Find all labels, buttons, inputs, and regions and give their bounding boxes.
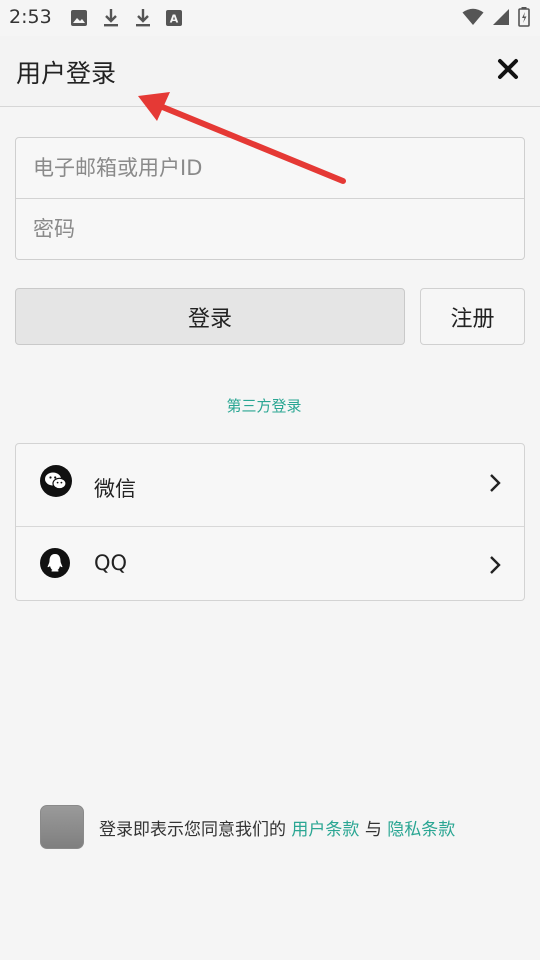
signal-icon <box>493 9 509 25</box>
battery-icon <box>518 7 530 27</box>
qq-icon <box>40 548 70 578</box>
chevron-right-icon <box>490 474 501 492</box>
list-item-wechat[interactable]: 微信 <box>16 444 524 526</box>
consent-checkbox[interactable] <box>40 805 84 849</box>
list-item-qq[interactable]: QQ <box>16 526 524 600</box>
notification-icons: A <box>70 8 182 28</box>
chevron-right-icon <box>490 556 501 574</box>
register-button[interactable]: 注册 <box>420 288 525 345</box>
header: 用户登录 <box>0 36 540 107</box>
close-icon[interactable] <box>496 57 520 81</box>
system-icons <box>462 7 530 27</box>
consent-prefix: 登录即表示您同意我们的 <box>99 820 286 840</box>
wifi-icon <box>462 8 484 25</box>
svg-text:A: A <box>170 13 179 26</box>
login-form <box>15 137 525 260</box>
qq-label: QQ <box>94 551 128 575</box>
status-bar: 2:53 A <box>0 0 540 36</box>
download-icon <box>136 9 150 27</box>
wechat-label: 微信 <box>94 477 136 501</box>
third-party-login-title: 第三方登录 <box>226 397 302 415</box>
status-time: 2:53 <box>9 6 52 28</box>
download-icon <box>104 9 118 27</box>
image-icon <box>71 10 87 26</box>
consent-text: 登录即表示您同意我们的 用户条款 与 隐私条款 <box>99 815 455 840</box>
page-title: 用户登录 <box>16 59 117 88</box>
account-input[interactable] <box>16 138 524 198</box>
login-button[interactable]: 登录 <box>15 288 405 345</box>
font-a-icon: A <box>166 10 182 26</box>
consent-connector: 与 <box>364 820 382 840</box>
wechat-icon <box>40 465 72 497</box>
privacy-terms-link[interactable]: 隐私条款 <box>387 820 455 840</box>
third-party-login-list: 微信 QQ <box>15 443 525 601</box>
password-input[interactable] <box>16 199 524 259</box>
consent-row: 登录即表示您同意我们的 用户条款 与 隐私条款 <box>40 805 520 851</box>
user-terms-link[interactable]: 用户条款 <box>291 820 359 840</box>
